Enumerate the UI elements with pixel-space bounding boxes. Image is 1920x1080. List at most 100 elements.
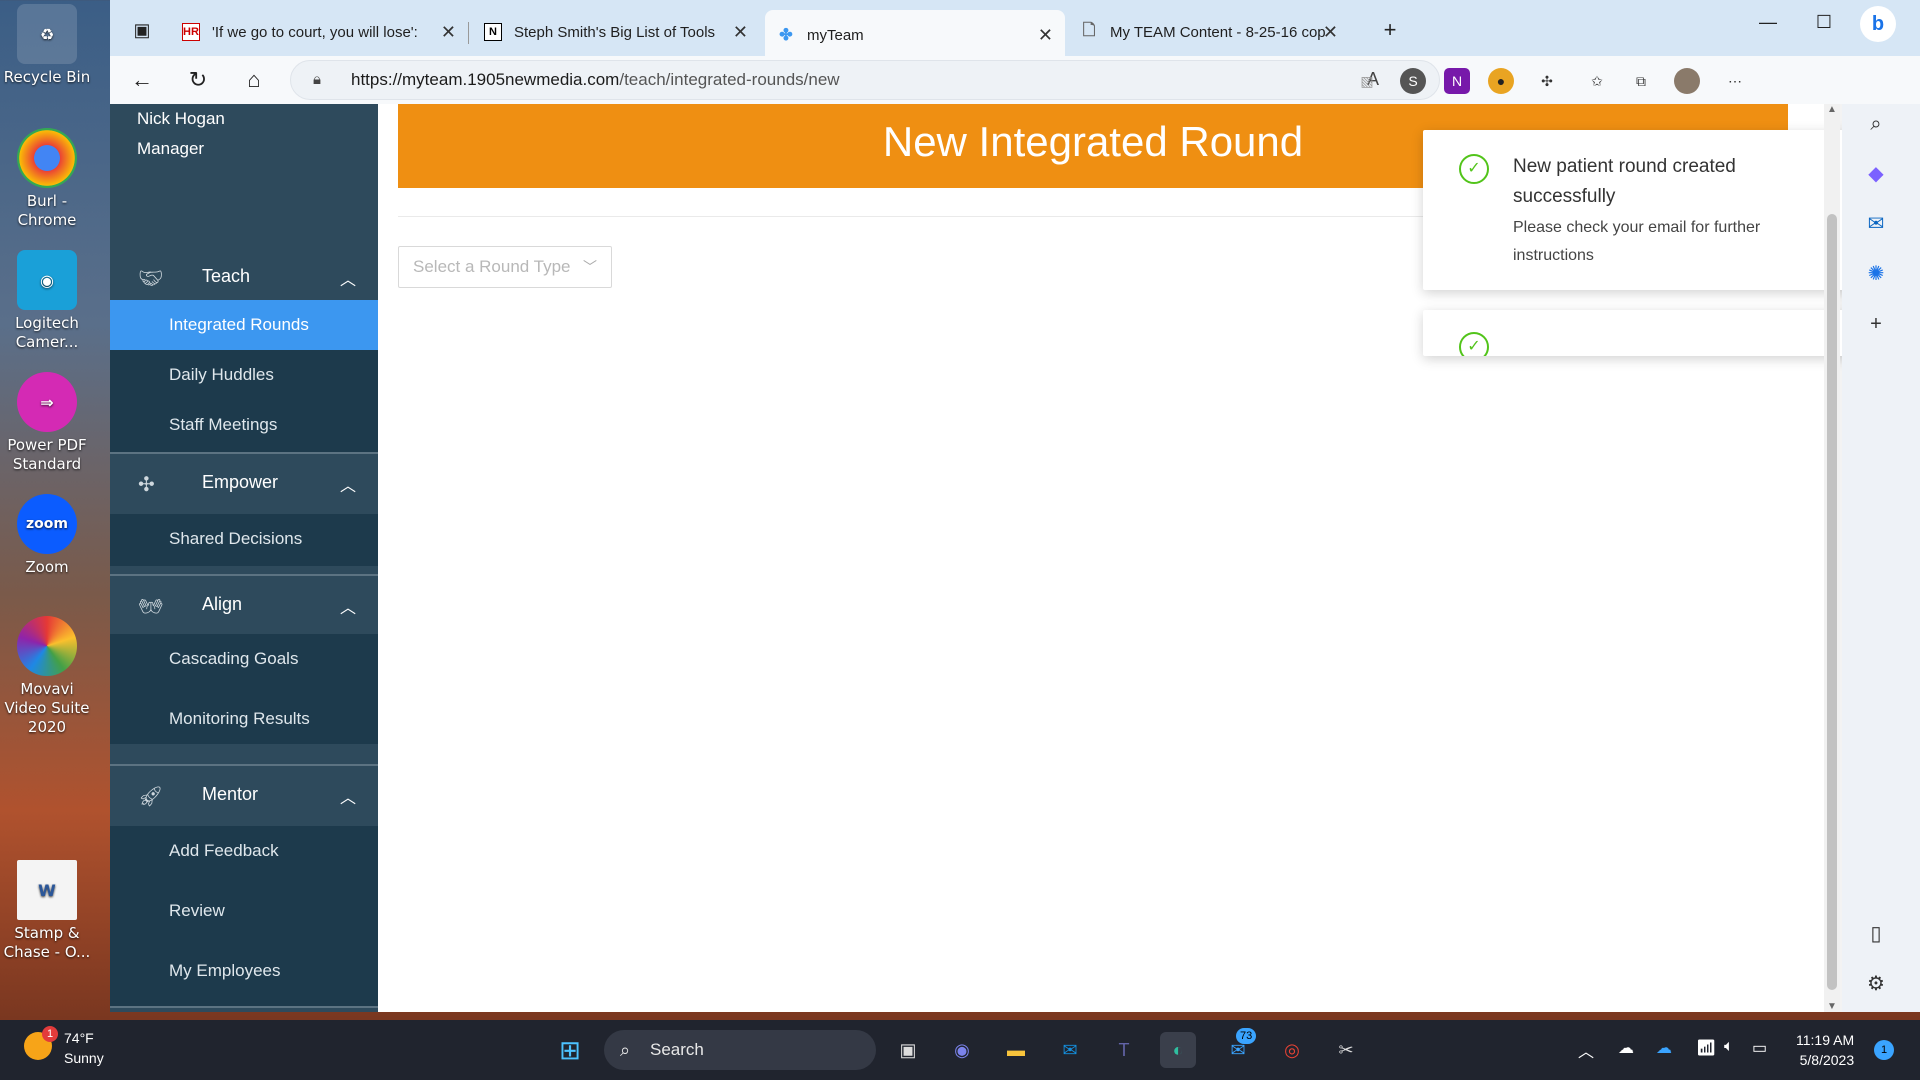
- search-icon: ⌕: [620, 1040, 631, 1060]
- avatar[interactable]: [1674, 68, 1700, 94]
- wifi-icon[interactable]: 📶︎: [1696, 1038, 1716, 1058]
- edge-taskbar-icon[interactable]: ◐: [1160, 1032, 1196, 1068]
- home-icon[interactable]: ⌂: [236, 64, 272, 96]
- collections-icon[interactable]: ⧉: [1628, 68, 1654, 94]
- windows-start-icon[interactable]: ⊞: [552, 1032, 588, 1068]
- settings-gear-icon[interactable]: ✺: [1858, 256, 1894, 292]
- sidebar-item-review[interactable]: Review: [110, 886, 378, 936]
- clock[interactable]: 11:19 AM 5/8/2023: [1796, 1030, 1854, 1070]
- check-circle-icon: ✓: [1459, 332, 1489, 356]
- minimize-icon[interactable]: —: [1748, 12, 1788, 33]
- sidebar-item-my-employees[interactable]: My Employees: [110, 946, 378, 996]
- page-scrollbar[interactable]: ▲ ▼: [1824, 104, 1840, 1012]
- scroll-down-icon[interactable]: ▼: [1827, 1001, 1837, 1012]
- desktop-icon-recycle-bin[interactable]: ♻ Recycle Bin: [2, 4, 92, 87]
- tab-notion[interactable]: N Steph Smith's Big List of Tools ✕: [472, 12, 760, 52]
- teams-icon[interactable]: T: [1106, 1032, 1142, 1068]
- outlook-icon[interactable]: ✉: [1858, 206, 1894, 242]
- sidebar-item-integrated-rounds[interactable]: Integrated Rounds: [110, 300, 378, 350]
- onenote-icon[interactable]: N: [1444, 68, 1470, 94]
- teams-chat-icon[interactable]: ◉: [944, 1032, 980, 1068]
- close-icon[interactable]: ✕: [1323, 22, 1338, 43]
- notification-badge[interactable]: 1: [1874, 1040, 1894, 1060]
- sidebar-item-staff-meetings[interactable]: Staff Meetings: [110, 400, 378, 450]
- maximize-icon[interactable]: ☐: [1804, 12, 1844, 33]
- outlook-taskbar-icon[interactable]: ✉: [1052, 1032, 1088, 1068]
- sidebar-item-monitoring-results[interactable]: Monitoring Results: [110, 694, 378, 744]
- url-bar[interactable]: 🔒︎ https://myteam.1905newmedia.com/teach…: [290, 60, 1440, 100]
- rocket-icon: 🚀︎: [138, 786, 164, 808]
- tab-myteam[interactable]: ✤ myTeam ✕: [765, 10, 1065, 60]
- sidebar-item-shared-decisions[interactable]: Shared Decisions: [110, 514, 378, 564]
- skype-icon[interactable]: S: [1400, 68, 1426, 94]
- url-text[interactable]: https://myteam.1905newmedia.com/teach/in…: [351, 70, 840, 90]
- favorites-icon[interactable]: ✩: [1584, 68, 1610, 94]
- sidebar-section-mentor[interactable]: 🚀︎ Mentor ︿: [110, 766, 378, 826]
- desktop-icon-movavi[interactable]: Movavi Video Suite 2020: [2, 616, 92, 737]
- document-favicon-icon: 🗋: [1082, 21, 1096, 39]
- myteam-favicon-icon: ✤: [779, 27, 793, 44]
- close-icon[interactable]: ✕: [441, 22, 456, 43]
- round-type-select[interactable]: Select a Round Type ﹀: [398, 246, 612, 288]
- desktop: ♻ Recycle Bin Burl - Chrome ◉ Logitech C…: [0, 0, 110, 1020]
- desktop-icon-power-pdf[interactable]: ⇒ Power PDF Standard: [2, 372, 92, 474]
- chevron-up-icon[interactable]: ︿: [1578, 1038, 1594, 1062]
- cloud-icon[interactable]: ☁: [1618, 1038, 1634, 1058]
- sidebar-item-add-feedback[interactable]: Add Feedback: [110, 826, 378, 876]
- app-sidebar: Nick Hogan Manager 🤝︎ Teach ︿ Integrated…: [110, 104, 378, 1012]
- honey-icon[interactable]: ●: [1488, 68, 1514, 94]
- tab-document[interactable]: 🗋 My TEAM Content - 8-25-16 cop ✕: [1068, 12, 1350, 52]
- desktop-icon-logitech[interactable]: ◉ Logitech Camer...: [2, 250, 92, 352]
- weather-badge: 1: [42, 1026, 58, 1042]
- volume-icon[interactable]: 🔈︎: [1724, 1038, 1734, 1056]
- search-icon[interactable]: ⌕: [1858, 106, 1894, 142]
- lock-icon: 🔒︎: [313, 71, 321, 88]
- refresh-icon[interactable]: ↻: [180, 64, 216, 96]
- taskbar: 1 74°F Sunny ⊞ ⌕ Search ▣ ◉ ▬ ✉ T ◐ ✉ 73…: [0, 1020, 1920, 1080]
- tab-title: myTeam: [807, 26, 864, 44]
- tab-title: My TEAM Content - 8-25-16 cop: [1110, 23, 1326, 41]
- bing-chat-icon[interactable]: b: [1860, 6, 1896, 42]
- desktop-icon-label: Burl - Chrome: [17, 192, 77, 229]
- sidebar-section-teach[interactable]: 🤝︎ Teach ︿: [110, 248, 378, 308]
- discover-icon[interactable]: ◆: [1858, 156, 1894, 192]
- round-type-placeholder: Select a Round Type: [413, 257, 571, 276]
- new-tab-button[interactable]: +: [1372, 14, 1408, 46]
- desktop-icon-stamp-chase[interactable]: W Stamp & Chase - O...: [2, 860, 92, 962]
- align-submenu: Cascading Goals Monitoring Results: [110, 634, 378, 744]
- add-sidebar-app-icon[interactable]: +: [1858, 306, 1894, 342]
- battery-icon[interactable]: ▭: [1752, 1038, 1767, 1058]
- chevron-up-icon: ︿: [339, 272, 356, 289]
- camera-icon: ◉: [17, 250, 77, 310]
- notion-favicon-icon: N: [484, 23, 502, 41]
- tab-actions-icon[interactable]: ▣: [124, 14, 160, 46]
- taskbar-search[interactable]: ⌕ Search: [604, 1030, 876, 1070]
- more-options-icon[interactable]: ⋯: [1722, 68, 1748, 94]
- scroll-thumb[interactable]: [1827, 214, 1837, 990]
- sidebar-section-align[interactable]: 👐︎ Align ︿: [110, 576, 378, 636]
- sidebar-item-daily-huddles[interactable]: Daily Huddles: [110, 350, 378, 400]
- tab-title: 'If we go to court, you will lose':: [212, 23, 418, 41]
- url-host: https://myteam.1905newmedia.com: [351, 70, 620, 89]
- extension-icon[interactable]: ▧: [1354, 68, 1380, 94]
- tab-hr[interactable]: HR 'If we go to court, you will lose': ✕: [170, 12, 468, 52]
- file-explorer-icon[interactable]: ▬: [998, 1032, 1034, 1068]
- sidebar-section-empower[interactable]: ✣ Empower ︿: [110, 454, 378, 514]
- puzzle-icon: ✣: [138, 474, 155, 496]
- close-icon[interactable]: ✕: [733, 22, 748, 43]
- sidebar-item-cascading-goals[interactable]: Cascading Goals: [110, 634, 378, 684]
- task-view-icon[interactable]: ▣: [890, 1032, 926, 1068]
- chrome-taskbar-icon[interactable]: ◎: [1274, 1032, 1310, 1068]
- onedrive-icon[interactable]: ☁: [1656, 1038, 1672, 1058]
- search-label: Search: [650, 1040, 704, 1059]
- desktop-icon-zoom[interactable]: zoom Zoom: [2, 494, 92, 577]
- scroll-up-icon[interactable]: ▲: [1827, 104, 1837, 115]
- close-icon[interactable]: ✕: [1038, 25, 1053, 46]
- section-label: Empower: [202, 472, 279, 492]
- desktop-icon-chrome[interactable]: Burl - Chrome: [2, 128, 92, 230]
- back-icon[interactable]: ←: [124, 64, 160, 96]
- sidebar-toggle-icon[interactable]: ▯: [1858, 916, 1894, 952]
- gear-icon[interactable]: ⚙: [1858, 966, 1894, 1002]
- snipping-tool-icon[interactable]: ✂: [1328, 1032, 1364, 1068]
- extensions-puzzle-icon[interactable]: ✣: [1534, 68, 1560, 94]
